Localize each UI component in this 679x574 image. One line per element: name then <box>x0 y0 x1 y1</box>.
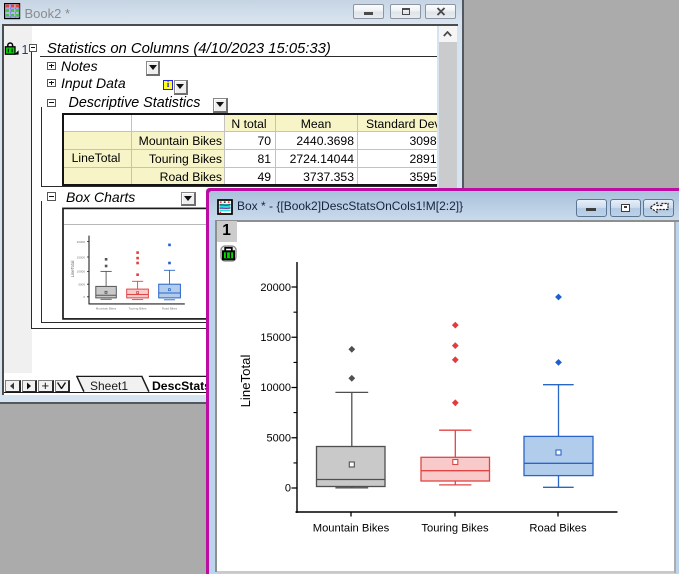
svg-text:5000: 5000 <box>267 433 291 445</box>
svg-text:LineTotal: LineTotal <box>70 261 75 278</box>
svg-text:Touring Bikes: Touring Bikes <box>421 523 489 535</box>
svg-text:5000: 5000 <box>78 283 85 287</box>
svg-text:Touring Bikes: Touring Bikes <box>128 307 147 311</box>
svg-text:0: 0 <box>285 483 291 495</box>
svg-text:20000: 20000 <box>77 240 86 244</box>
svg-text:Road Bikes: Road Bikes <box>529 523 587 535</box>
svg-text:15000: 15000 <box>77 255 86 259</box>
svg-text:Road Bikes: Road Bikes <box>162 307 178 311</box>
svg-text:Mountain Bikes: Mountain Bikes <box>313 523 390 535</box>
svg-text:10000: 10000 <box>77 270 86 274</box>
svg-text:Mountain Bikes: Mountain Bikes <box>96 307 117 311</box>
